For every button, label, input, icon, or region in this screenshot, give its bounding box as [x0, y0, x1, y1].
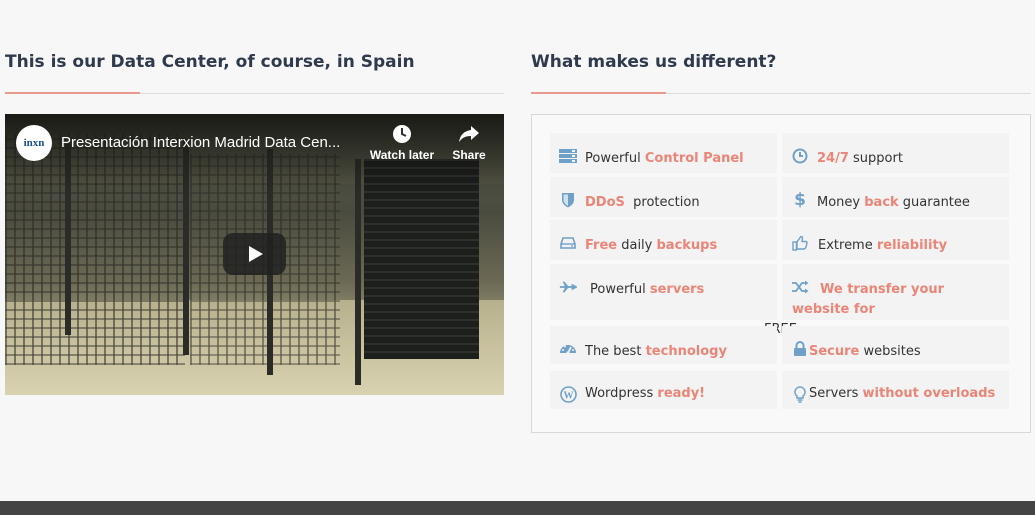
plane-icon [559, 278, 577, 296]
footer-bar [0, 501, 1035, 515]
dashboard-icon [559, 340, 577, 358]
server-icon [559, 147, 577, 165]
feature-secure: Secure websites [782, 326, 1009, 364]
play-button[interactable] [223, 233, 286, 275]
feature-reliability: Extreme reliability [782, 220, 1009, 260]
feature-technology: The best technology [550, 326, 777, 364]
clock-icon [393, 125, 411, 143]
feature-control-panel: Powerful Control Panel [550, 133, 777, 173]
shield-icon [559, 191, 577, 209]
hdd-icon [559, 234, 577, 252]
share-label: Share [452, 148, 486, 162]
share-arrow-icon [459, 126, 479, 142]
wordpress-icon: W [559, 385, 577, 403]
video-player[interactable]: inxn Presentación Interxion Madrid Data … [5, 114, 504, 395]
svg-text:W: W [563, 390, 573, 401]
dollar-icon: $ [794, 189, 806, 210]
watch-later-label: Watch later [369, 148, 435, 162]
feature-servers: Powerful servers [550, 264, 777, 320]
share-button[interactable]: Share [434, 124, 504, 162]
feature-backups: Free daily backups [550, 220, 777, 260]
title-accent-line [5, 92, 140, 94]
video-title[interactable]: Presentación Interxion Madrid Data Cen..… [61, 134, 361, 151]
data-center-title: This is our Data Center, of course, in S… [5, 52, 415, 72]
feature-wordpress: W Wordpress ready! [550, 371, 777, 409]
feature-transfer: We transfer your website for FREE [764, 264, 1009, 337]
clock-icon [791, 147, 809, 165]
feature-money-back: $ Money back guarantee [782, 177, 1009, 217]
differences-title: What makes us different? [531, 52, 777, 72]
feature-support: 24/7 support [782, 133, 1009, 173]
watch-later-button[interactable]: Watch later [367, 124, 437, 162]
feature-no-overloads: Servers without overloads [782, 371, 1009, 409]
lightbulb-icon [791, 385, 809, 403]
channel-avatar[interactable]: inxn [16, 125, 52, 161]
play-icon [248, 246, 263, 262]
feature-ddos: DDoS protection [550, 177, 777, 217]
thumbs-up-icon [791, 234, 809, 252]
lock-icon [791, 340, 809, 358]
features-list: Powerful Control Panel 24/7 support DDoS… [531, 114, 1031, 433]
title-accent-line [531, 92, 666, 94]
